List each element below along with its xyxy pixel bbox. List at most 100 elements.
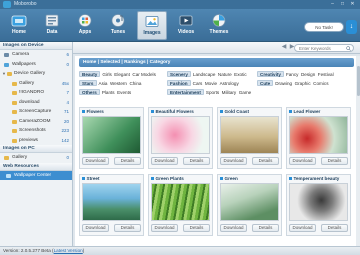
category-link[interactable]: Girls: [102, 72, 111, 77]
category-link[interactable]: Game: [239, 90, 252, 95]
category-link[interactable]: Events: [117, 90, 131, 95]
wallpaper-card[interactable]: Gold Coast Download Details: [217, 107, 282, 169]
category-link[interactable]: Plants: [102, 90, 115, 95]
task-status-text: No Task!: [315, 24, 333, 30]
back-arrow-icon[interactable]: ◀: [280, 44, 288, 51]
category-link[interactable]: Drawing: [275, 81, 292, 86]
scrollbar-thumb[interactable]: [356, 66, 360, 96]
details-button[interactable]: Details: [114, 224, 141, 232]
category-link[interactable]: Graphic: [295, 81, 311, 86]
card-thumbnail[interactable]: [220, 183, 279, 221]
sidebar-item-device-gallery[interactable]: ▼ Device Gallery: [0, 69, 72, 79]
category-link[interactable]: Military: [222, 90, 237, 95]
category-head[interactable]: Creativity: [257, 70, 284, 78]
task-status-pill[interactable]: No Task!: [304, 22, 344, 32]
download-button[interactable]: Download: [82, 157, 109, 165]
nav-themes[interactable]: Themes: [204, 11, 234, 40]
sidebar-item-camerazoom[interactable]: CameraZOOM 20: [0, 117, 72, 127]
nav-home[interactable]: Home: [4, 11, 34, 40]
category-link[interactable]: Exotic: [234, 72, 247, 77]
nav-videos[interactable]: Videos: [171, 11, 201, 40]
search-icon[interactable]: [346, 45, 351, 51]
download-manager-button[interactable]: ↓: [346, 20, 357, 34]
sidebar-item-wallpaper-center[interactable]: Wallpaper Center: [0, 170, 72, 180]
category-head[interactable]: Beauty: [79, 70, 101, 78]
card-thumbnail[interactable]: [82, 183, 141, 221]
sidebar-item-wallpapers[interactable]: Wallpapers 0: [0, 60, 72, 70]
card-thumbnail[interactable]: [151, 116, 210, 154]
search-input[interactable]: [299, 45, 345, 51]
search-box[interactable]: [294, 44, 354, 52]
details-button[interactable]: Details: [252, 224, 279, 232]
category-link[interactable]: Design: [301, 72, 315, 77]
nav-images[interactable]: Images: [137, 11, 167, 40]
minimize-button[interactable]: –: [329, 1, 336, 7]
category-link[interactable]: Cars: [193, 81, 203, 86]
sidebar-section-pc: Images on PC: [0, 145, 72, 153]
wallpaper-card[interactable]: Green Download Details: [217, 174, 282, 236]
details-button[interactable]: Details: [321, 157, 348, 165]
download-button[interactable]: Download: [220, 224, 247, 232]
sidebar-item-screencapture[interactable]: ScreenCapture 71: [0, 107, 72, 117]
category-link[interactable]: Festival: [318, 72, 334, 77]
content-scrollbar[interactable]: [356, 56, 360, 246]
wallpaper-card[interactable]: Green Plants Download Details: [148, 174, 213, 236]
details-button[interactable]: Details: [114, 157, 141, 165]
sidebar-item-camera[interactable]: Camera 6: [0, 50, 72, 60]
sidebar-item-gallery[interactable]: Gallery 45x: [0, 79, 72, 89]
category-link[interactable]: China: [129, 81, 141, 86]
collapse-caret-icon[interactable]: ▼: [2, 69, 6, 79]
download-button[interactable]: Download: [82, 224, 109, 232]
category-link[interactable]: Fancy: [286, 72, 299, 77]
wallpaper-card[interactable]: Street Download Details: [79, 174, 144, 236]
card-thumbnail[interactable]: [289, 116, 348, 154]
details-button[interactable]: Details: [321, 224, 348, 232]
category-head[interactable]: Entertainment: [167, 88, 204, 96]
latest-version-link[interactable]: Latest Version: [54, 248, 83, 253]
category-link[interactable]: Comics: [313, 81, 328, 86]
download-button[interactable]: Download: [289, 224, 316, 232]
download-button[interactable]: Download: [151, 157, 178, 165]
category-link[interactable]: Sports: [206, 90, 219, 95]
category-link[interactable]: Asia: [99, 81, 108, 86]
category-link[interactable]: Western: [110, 81, 127, 86]
category-link[interactable]: Astrology: [220, 81, 239, 86]
download-button[interactable]: Download: [220, 157, 247, 165]
wallpaper-card[interactable]: Lead Flower Download Details: [286, 107, 351, 169]
nav-tunes[interactable]: Tunes: [103, 11, 133, 40]
category-link[interactable]: Elegant: [114, 72, 130, 77]
category-link[interactable]: Car Models: [132, 72, 156, 77]
category-link[interactable]: Nature: [218, 72, 232, 77]
category-head[interactable]: Others: [79, 88, 100, 96]
sidebar-item-download[interactable]: download 4: [0, 98, 72, 108]
nav-data[interactable]: Data: [37, 11, 67, 40]
category-link[interactable]: Movie: [205, 81, 217, 86]
category-head[interactable]: Cute: [257, 79, 274, 87]
card-thumbnail[interactable]: [220, 116, 279, 154]
nav-apps[interactable]: Apps: [70, 11, 100, 40]
category-head[interactable]: Scenery: [167, 70, 191, 78]
card-thumbnail[interactable]: [151, 183, 210, 221]
wallpaper-card[interactable]: Flowers Download Details: [79, 107, 144, 169]
sidebar-item-igandro[interactable]: !!IGANDRO 7: [0, 88, 72, 98]
details-button[interactable]: Details: [183, 224, 210, 232]
details-button[interactable]: Details: [183, 157, 210, 165]
card-thumbnail[interactable]: [289, 183, 348, 221]
close-button[interactable]: ✕: [349, 1, 356, 7]
category-head[interactable]: Fashion: [167, 79, 191, 87]
card-thumbnail[interactable]: [82, 116, 141, 154]
sidebar-item-previews[interactable]: previews 142: [0, 136, 72, 146]
download-button[interactable]: Download: [289, 157, 316, 165]
details-button[interactable]: Details: [252, 157, 279, 165]
card-title: Beautiful Flowers: [151, 109, 194, 114]
sidebar-item-screenshots[interactable]: Screenshots 223: [0, 126, 72, 136]
wallpaper-card[interactable]: Beautiful Flowers Download Details: [148, 107, 213, 169]
wallpaper-card[interactable]: Temperament beauty Download Details: [286, 174, 351, 236]
breadcrumb[interactable]: Home | Selected | Rankings | Category: [79, 58, 354, 67]
download-button[interactable]: Download: [151, 224, 178, 232]
sidebar-item-pc-gallery[interactable]: Gallery 0: [0, 153, 72, 163]
folder-icon: [12, 119, 17, 124]
category-link[interactable]: Landscape: [193, 72, 215, 77]
maximize-button[interactable]: □: [339, 1, 346, 7]
category-head[interactable]: Stars: [79, 79, 97, 87]
